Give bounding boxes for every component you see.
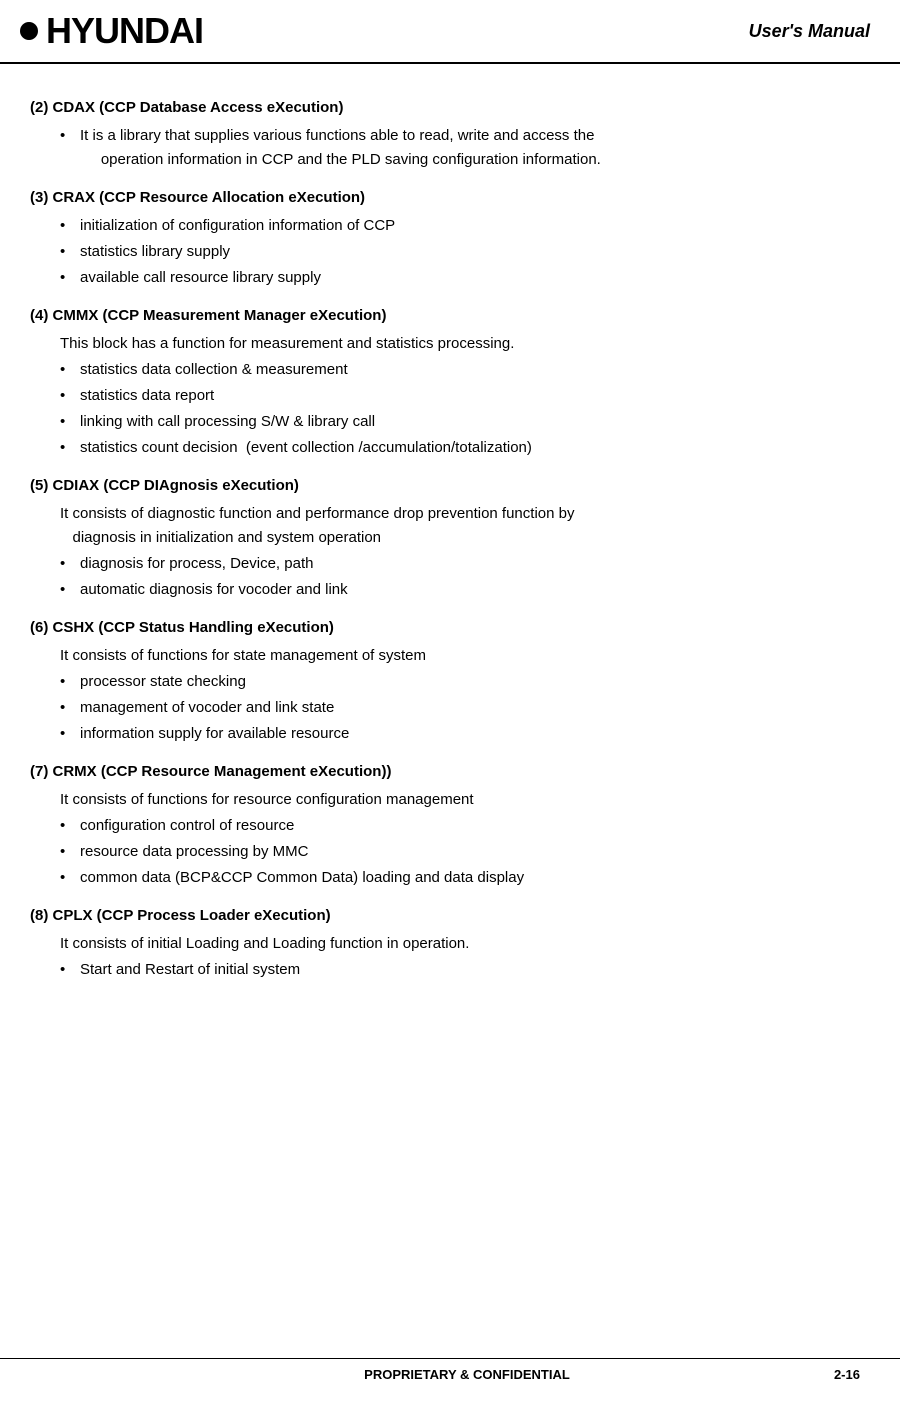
section-cshx-bullets: processor state checking management of v… — [60, 670, 860, 746]
section-cdax-header: (2) CDAX (CCP Database Access eXecution) — [30, 96, 860, 120]
section-crmx-bullets: configuration control of resource resour… — [60, 814, 860, 890]
section-crmx: (7) CRMX (CCP Resource Management eXecut… — [30, 760, 860, 890]
list-item: diagnosis for process, Device, path — [60, 552, 860, 576]
section-cdax: (2) CDAX (CCP Database Access eXecution)… — [30, 96, 860, 172]
list-item: information supply for available resourc… — [60, 722, 860, 746]
section-cdiax-header: (5) CDIAX (CCP DIAgnosis eXecution) — [30, 474, 860, 498]
logo-dot-icon — [20, 22, 38, 40]
section-cplx: (8) CPLX (CCP Process Loader eXecution) … — [30, 904, 860, 982]
section-cshx-desc: It consists of functions for state manag… — [60, 644, 860, 668]
section-cdiax-bullets: diagnosis for process, Device, path auto… — [60, 552, 860, 602]
footer-center-text: PROPRIETARY & CONFIDENTIAL — [364, 1367, 570, 1382]
list-item: It is a library that supplies various fu… — [60, 124, 860, 172]
list-item: resource data processing by MMC — [60, 840, 860, 864]
section-cplx-header: (8) CPLX (CCP Process Loader eXecution) — [30, 904, 860, 928]
section-cplx-bullets: Start and Restart of initial system — [60, 958, 860, 982]
page-footer: PROPRIETARY & CONFIDENTIAL 2-16 — [0, 1358, 900, 1382]
list-item: available call resource library supply — [60, 266, 860, 290]
section-cdax-bullets: It is a library that supplies various fu… — [60, 124, 860, 172]
list-item: statistics data collection & measurement — [60, 358, 860, 382]
section-cmmx-header: (4) CMMX (CCP Measurement Manager eXecut… — [30, 304, 860, 328]
section-cplx-desc: It consists of initial Loading and Loadi… — [60, 932, 860, 956]
section-crmx-desc: It consists of functions for resource co… — [60, 788, 860, 812]
section-cmmx-bullets: statistics data collection & measurement… — [60, 358, 860, 460]
list-item: configuration control of resource — [60, 814, 860, 838]
section-cmmx-desc: This block has a function for measuremen… — [60, 332, 860, 356]
list-item: statistics count decision (event collect… — [60, 436, 860, 460]
section-crmx-header: (7) CRMX (CCP Resource Management eXecut… — [30, 760, 860, 784]
list-item: Start and Restart of initial system — [60, 958, 860, 982]
section-cdiax-desc: It consists of diagnostic function and p… — [60, 502, 860, 550]
section-cshx: (6) CSHX (CCP Status Handling eXecution)… — [30, 616, 860, 746]
section-cmmx: (4) CMMX (CCP Measurement Manager eXecut… — [30, 304, 860, 460]
footer-page-number: 2-16 — [834, 1367, 860, 1382]
list-item: management of vocoder and link state — [60, 696, 860, 720]
page-header: HYUNDAI User's Manual — [0, 0, 900, 64]
page-content: (2) CDAX (CCP Database Access eXecution)… — [0, 64, 900, 1014]
list-item: automatic diagnosis for vocoder and link — [60, 578, 860, 602]
section-crax: (3) CRAX (CCP Resource Allocation eXecut… — [30, 186, 860, 290]
page-title: User's Manual — [749, 21, 870, 42]
list-item: processor state checking — [60, 670, 860, 694]
list-item: linking with call processing S/W & libra… — [60, 410, 860, 434]
list-item: statistics data report — [60, 384, 860, 408]
list-item: common data (BCP&CCP Common Data) loadin… — [60, 866, 860, 890]
section-cdiax: (5) CDIAX (CCP DIAgnosis eXecution) It c… — [30, 474, 860, 602]
section-crax-header: (3) CRAX (CCP Resource Allocation eXecut… — [30, 186, 860, 210]
list-item: initialization of configuration informat… — [60, 214, 860, 238]
logo-area: HYUNDAI — [20, 10, 203, 52]
section-cshx-header: (6) CSHX (CCP Status Handling eXecution) — [30, 616, 860, 640]
logo-text: HYUNDAI — [46, 10, 203, 52]
list-item: statistics library supply — [60, 240, 860, 264]
section-crax-bullets: initialization of configuration informat… — [60, 214, 860, 290]
